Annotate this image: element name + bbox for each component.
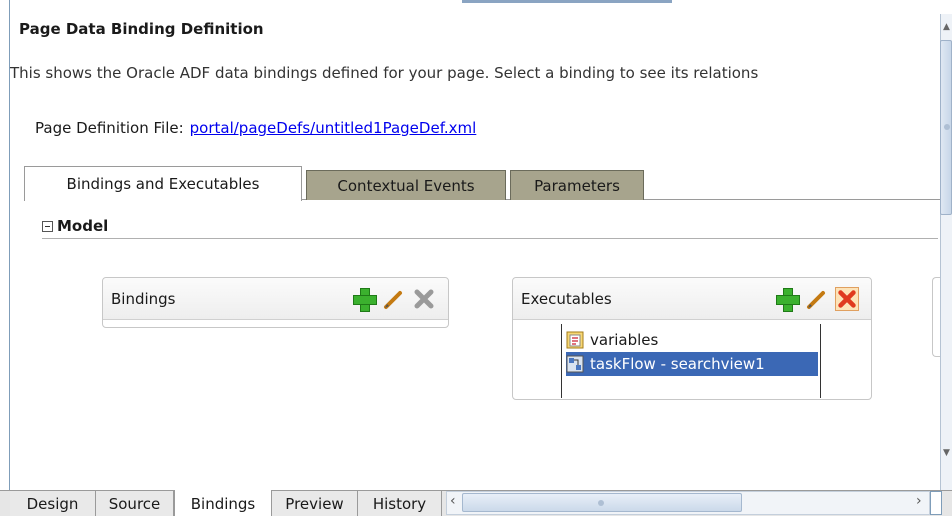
tab-design[interactable]: Design: [10, 491, 96, 516]
tab-preview[interactable]: Preview: [272, 491, 358, 516]
edit-executable-icon[interactable]: [805, 287, 829, 311]
tab-source[interactable]: Source: [96, 491, 174, 516]
list-item-label: variables: [590, 331, 659, 349]
add-executable-icon[interactable]: [775, 287, 800, 312]
edit-binding-icon[interactable]: [382, 287, 406, 311]
bindings-panel: Bindings: [102, 277, 449, 328]
model-section-label: Model: [57, 217, 109, 235]
add-binding-icon[interactable]: [352, 287, 377, 312]
delete-binding-icon[interactable]: [412, 287, 436, 311]
scroll-up-icon[interactable]: ▲: [943, 22, 950, 32]
scroll-down-icon[interactable]: ▼: [943, 448, 950, 458]
tab-parameters[interactable]: Parameters: [510, 170, 644, 200]
tab-history[interactable]: History: [358, 491, 442, 516]
page-title: Page Data Binding Definition: [19, 20, 264, 38]
collapse-toggle-icon[interactable]: [42, 220, 53, 232]
scroll-corner: [930, 491, 942, 515]
bindings-panel-title: Bindings: [111, 289, 176, 308]
scroll-grip-icon: [944, 124, 950, 130]
tab-bindings-and-executables[interactable]: Bindings and Executables: [24, 166, 302, 201]
page-definition-link[interactable]: portal/pageDefs/untitled1PageDef.xml: [190, 119, 477, 137]
bindings-panel-header: Bindings: [103, 278, 448, 320]
page-definition-row: Page Definition File: portal/pageDefs/unt…: [35, 119, 476, 137]
scroll-left-icon[interactable]: ‹: [450, 493, 456, 509]
variables-icon: [566, 331, 584, 349]
scroll-right-icon[interactable]: ›: [916, 493, 922, 509]
model-section-header: Model: [42, 217, 108, 235]
page-description: This shows the Oracle ADF data bindings …: [10, 64, 759, 82]
model-section-divider: [42, 238, 938, 239]
executables-panel-title: Executables: [521, 289, 612, 308]
executables-panel: Executables variables taskFlow - searchv…: [512, 277, 872, 400]
executables-list: variables taskFlow - searchview1: [561, 324, 821, 398]
executables-panel-actions: [775, 287, 859, 312]
taskflow-icon: [566, 355, 584, 373]
list-item-label: taskFlow - searchview1: [590, 355, 765, 373]
list-item-taskflow[interactable]: taskFlow - searchview1: [566, 352, 818, 376]
editor-top-accent: [462, 0, 672, 3]
tab-bindings[interactable]: Bindings: [174, 490, 272, 516]
bindings-panel-actions: [352, 287, 436, 312]
tab-contextual-events[interactable]: Contextual Events: [306, 170, 506, 200]
executables-panel-header: Executables: [513, 278, 871, 320]
list-item-variables[interactable]: variables: [566, 328, 662, 352]
scroll-grip-icon: [598, 500, 604, 506]
delete-executable-icon[interactable]: [835, 287, 859, 311]
page-definition-label: Page Definition File:: [35, 119, 184, 137]
